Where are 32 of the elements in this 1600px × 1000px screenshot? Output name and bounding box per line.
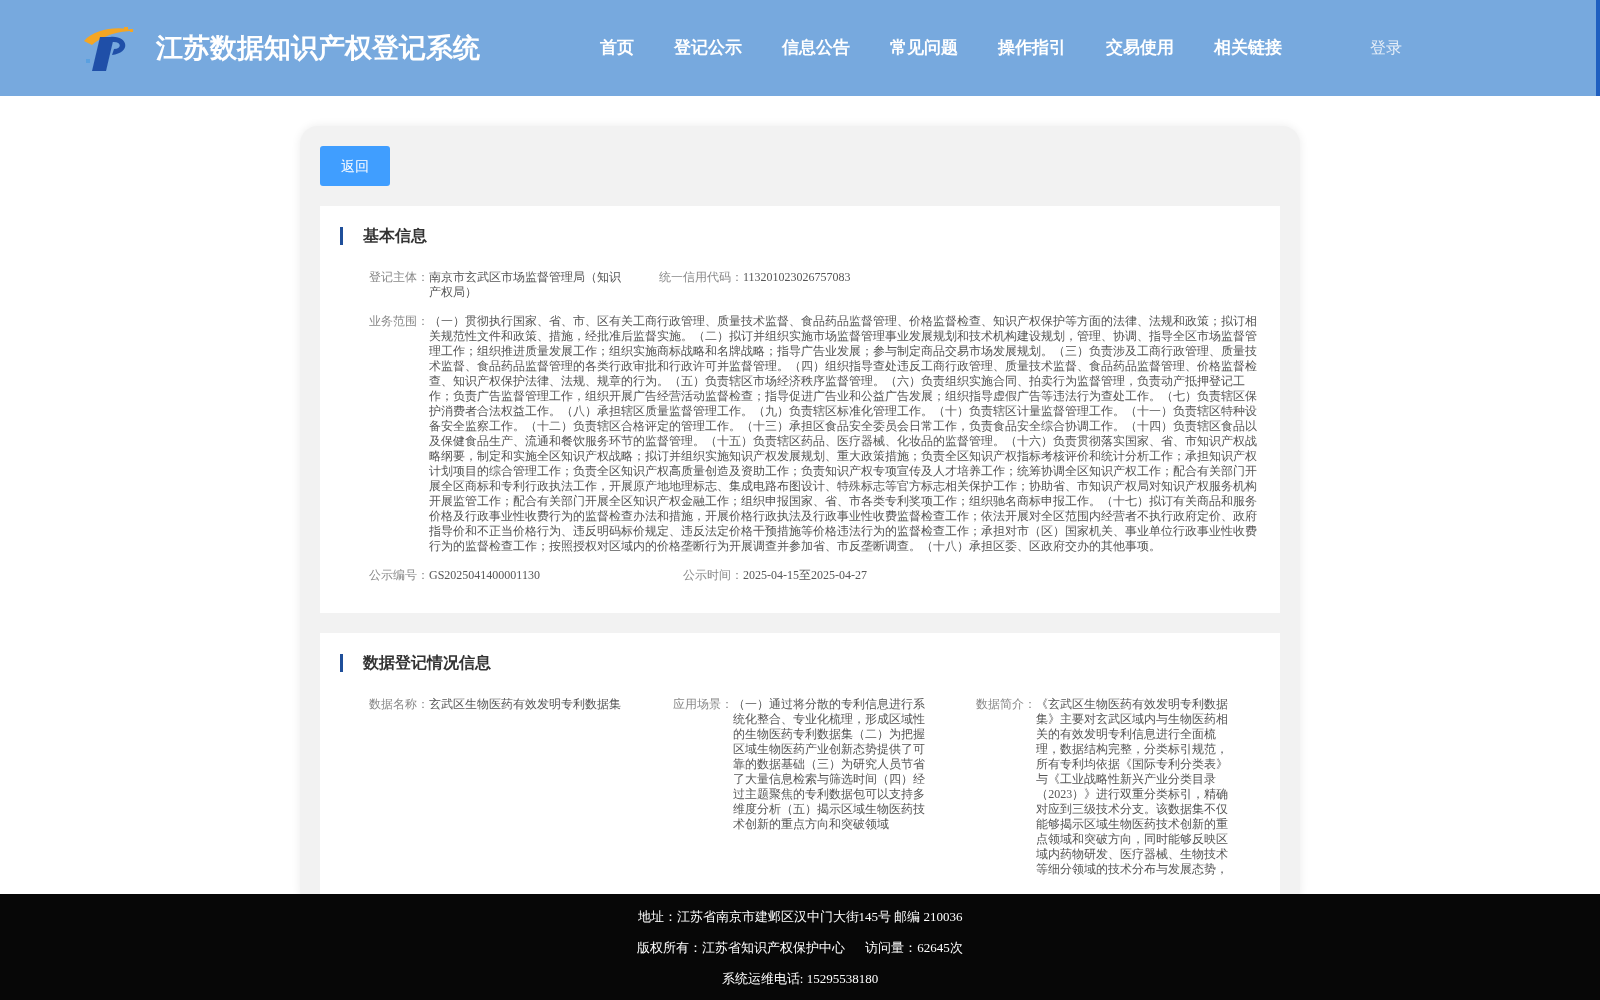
field-value: （一）通过将分散的专利信息进行系统化整合、专业化梳理，形成区域性的生物医药专利数据集（二）为把握区域生物医药产业创新态势提供了可靠的数据基础（三）为研究人员节省了大量信息检索与筛选时间（四）经过主题聚焦的专利数据包可以支持多维度分析（五）揭示区域生物医药技术创新的重点方向和突破领域: [732, 697, 926, 832]
field-value: 《玄武区生物医药有效发明专利数据集》主要对玄武区域内与生物医药相关的有效发明专利信息进行全面梳理，数据结构完整，分类标引规范，所有专利均依据《国际专利分类表》与《工业战略性新兴产业分类目录（2023）》进行双重分类标引，精确对应到三级技术分支。该数据集不仅能够揭示区域生物医药技术创新的重点领域和突破方向，同时能够反映区域内药物研发、医疗器械、生物技术等细分领域的技术分布与发展态势，: [1036, 697, 1230, 877]
nav-link[interactable]: 相关链接: [1214, 35, 1282, 61]
nav-link[interactable]: 信息公告: [782, 35, 850, 61]
field-label: 数据简介：: [976, 697, 1037, 713]
field-label: 公示时间：: [683, 568, 743, 583]
section-title: 基本信息: [363, 226, 427, 246]
field-value: 113201023026757083: [743, 270, 851, 285]
footer-text: 版权所有：江苏省知识产权保护中心: [637, 938, 846, 957]
field-label: 数据名称：: [369, 697, 429, 712]
field-value: 南京市玄武区市场监督管理局（知识产权局）: [429, 270, 622, 300]
footer-text: 系统运维电话: 15295538180: [721, 969, 879, 988]
nav-link[interactable]: 常见问题: [890, 35, 958, 61]
field-label: 业务范围：: [369, 314, 429, 330]
section-title: 数据登记情况信息: [363, 653, 491, 673]
field-value: （一）贯彻执行国家、省、市、区有关工商行政管理、质量技术监督、食品药品监督管理、价格监督检查、知识产权保护等方面的法律、法规和政策；拟订相关规范性文件和政策、措施，经批准后监督实施。（二）拟订并组织实施市场监督管理事业发展规划和技术机构建设规划，管理、协调、指导全区市场监督管理工作；组织推进质量发展工作；组织实施商标战略和名牌战略；指导广告业发展；参与制定商品交易市场发展规划。（三）负责涉及工商行政管理、质量技术监督、食品药品监督管理的各类行政审批和行政许可并监督管理。（四）组织指导查处违反工商行政管理、质量技术监督、食品药品监督管理、价格监督检查、知识产权保护法律、法规、规章的行为。（五）负责辖区市场经济秩序监督管理。（六）负责组织实施合同、拍卖行为监督管理，负责动产抵押登记工作；负责广告监督管理工作，组织开展广告经营活动监督检查；指导促进广告业和公益广告发展；组织指导虚假广告等违法行为查处工作。（七）负责辖区保护消费者合法权益工作。（八）承担辖区质量监督管理工作。（九）负责辖区标准化管理工作。（十）负责辖区计量监督管理工作。（十一）负责辖区特种设备安全监察工作。（十二）负责辖区合格评定的管理工作。（十三）承担区食品安全委员会日常工作，负责食品安全综合协调工作。（十四）负责辖区食品以及保健食品生产、流通和餐饮服务环节的监督管理。（十五）负责辖区药品、医疗器械、化妆品的监督管理。（十六）负责贯彻落实国家、省、市知识产权战略纲要，制定和实施全区知识产权战略；拟订并组织实施知识产权发展规划、重大政策措施；负责全区知识产权指标考核评价和统计分析工作；承担知识产权计划项目的综合管理工作；负责全区知识产权高质量创造及资助工作；负责知识产权专项宣传及人才培养工作；统筹协调全区知识产权工作；配合有关部门开展全区商标和专利行政执法工作，开展原产地地理标志、集成电路布图设计、特殊标志等官方标志相关保护工作；协助省、市知识产权局对知识产权服务机构开展监管工作；配合有关部门开展全区知识产权金融工作；组织申报国家、省、市各类专利奖项工作；组织驰名商标申报工作。（十七）拟订有关商品和服务价格及行政事业性收费行为的监督检查办法和措施，开展价格行政执法及行政事业性收费监督检查工作；依法开展对全区范围内经营者不执行政府定价、政府指导价和不正当价格行为、违反明码标价规定、违反法定价格干预措施等价格违法行为的监督检查工作；承担对市（区）国家机关、事业单位行政事业性收费行为的监督检查工作；按照授权对区域内的价格垄断行为开展调查并参加省、市反垄断调查。（十八）承担区委、区政府交办的其他事项。: [429, 314, 1258, 554]
site-title: 江苏数据知识产权登记系统: [156, 31, 480, 65]
footer-text: 访问量：62645次: [865, 938, 963, 957]
field-value: 玄武区生物医药有效发明专利数据集: [429, 697, 621, 712]
nav-link[interactable]: 首页: [600, 35, 634, 61]
field-value: 2025-04-15至2025-04-27: [743, 568, 867, 583]
nav-link[interactable]: 操作指引: [998, 35, 1066, 61]
field-value: GS2025041400001130: [429, 568, 540, 583]
field-label: 统一信用代码：: [659, 270, 743, 285]
login-link[interactable]: 登录: [1370, 36, 1402, 60]
field-label: 登记主体：: [369, 270, 429, 286]
field-label: 应用场景：: [672, 697, 733, 713]
nav-link[interactable]: 交易使用: [1106, 35, 1174, 61]
back-button[interactable]: 返回: [320, 146, 390, 186]
field-label: 公示编号：: [369, 568, 429, 583]
footer-text: 地址：江苏省南京市建邺区汉中门大街145号 邮编 210036: [637, 907, 963, 926]
nav-link[interactable]: 登记公示: [674, 35, 742, 61]
